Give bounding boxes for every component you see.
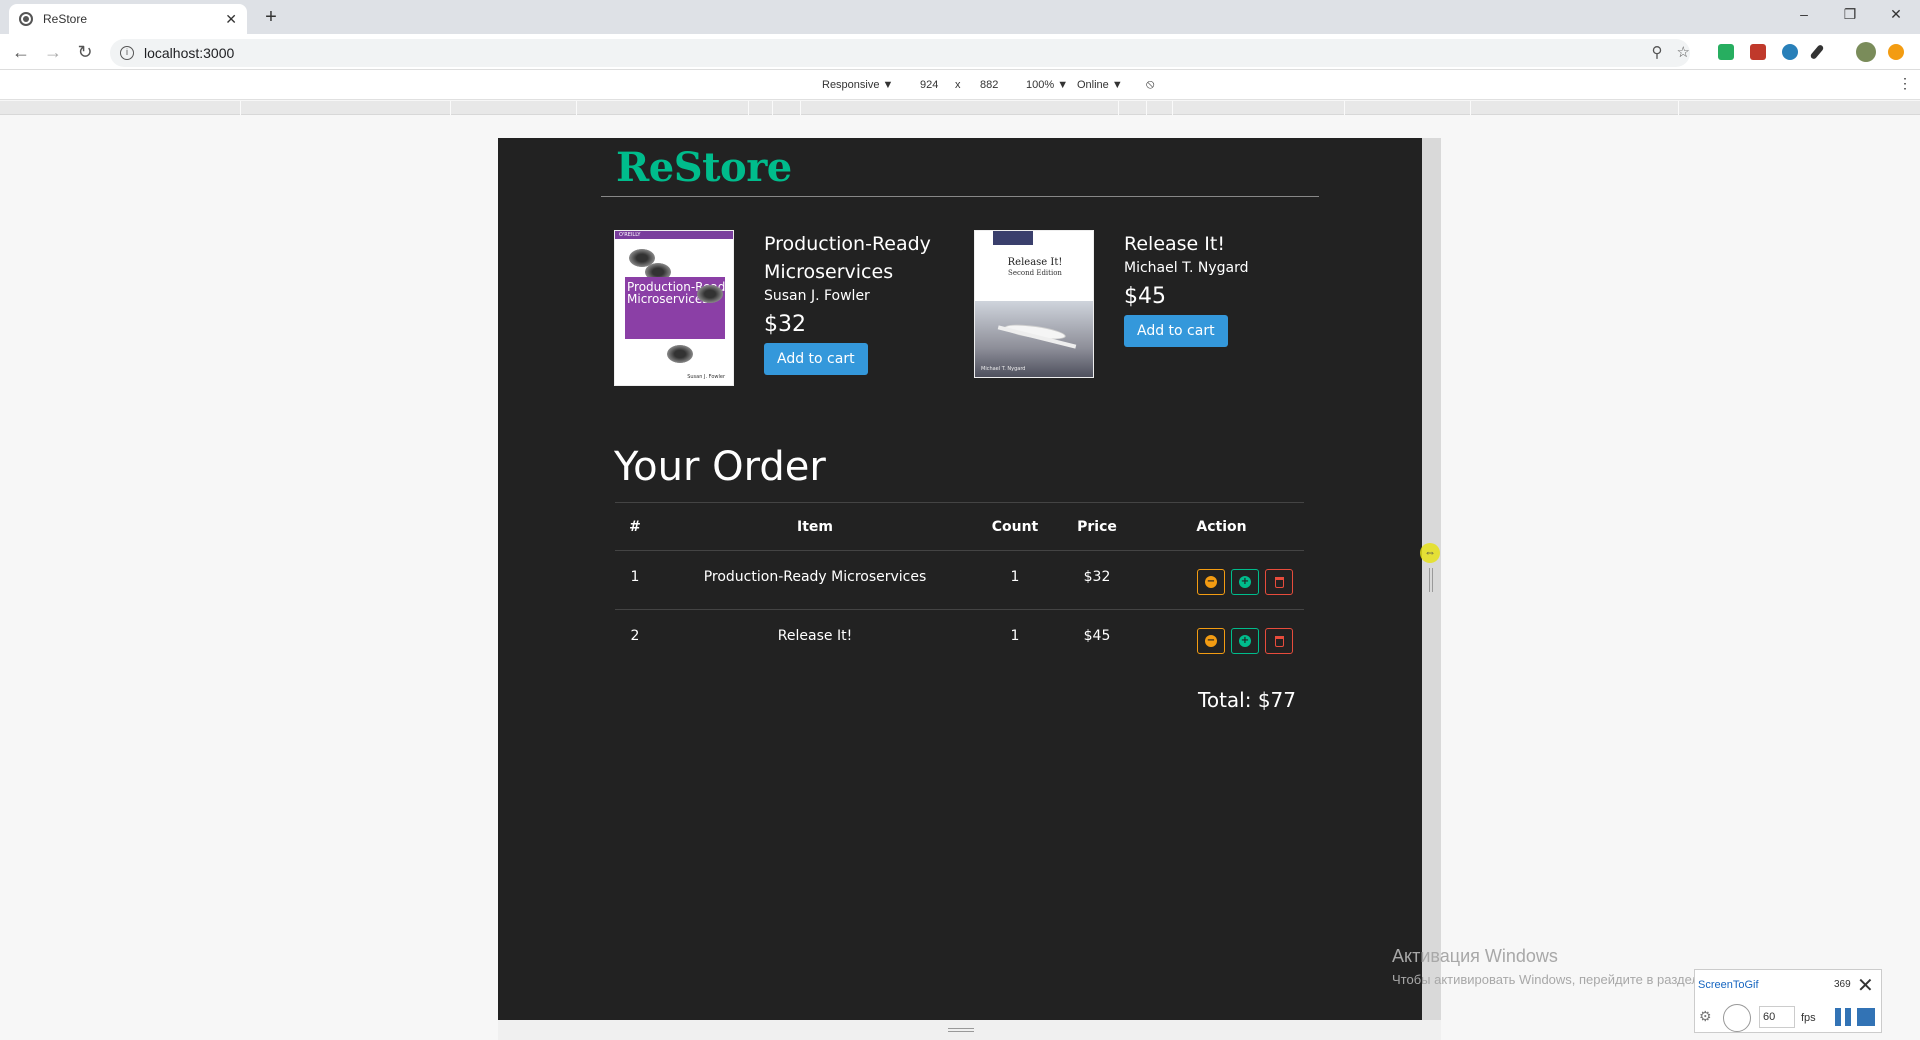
browser-tab-strip: ReStore ✕ + – ❐ ✕ [0, 0, 1920, 34]
book-cover: O'REILLY Production-Ready Microservices … [614, 230, 734, 386]
order-total: Total: $77 [1198, 688, 1296, 712]
zoom-select[interactable]: 100% ▼ [1026, 79, 1068, 91]
star-icon[interactable]: ☆ [1677, 43, 1690, 61]
row-actions: − + [1197, 569, 1293, 595]
add-to-cart-button[interactable]: Add to cart [1124, 315, 1228, 347]
height-input[interactable]: 882 [980, 79, 998, 91]
fps-label: fps [1801, 1012, 1816, 1024]
zoom-icon[interactable]: ⚲ [1652, 43, 1663, 61]
recorder-close-icon[interactable]: ✕ [1857, 973, 1874, 998]
minimize-button[interactable]: – [1784, 6, 1824, 22]
book-title[interactable]: Release It! [1124, 230, 1304, 258]
column-header-count: Count [991, 519, 1039, 535]
rotate-icon[interactable]: ⦸ [1146, 76, 1154, 92]
column-header-number: # [629, 519, 641, 535]
viewport-width-resize-handle[interactable] [1422, 138, 1441, 1020]
book-cover: Release It! Second Edition Michael T. Ny… [974, 230, 1094, 378]
restore-button[interactable]: ❐ [1830, 6, 1870, 23]
minus-circle-icon: − [1205, 576, 1217, 588]
book-author: Susan J. Fowler [764, 288, 870, 304]
row-price: $45 [1083, 628, 1111, 644]
dimension-separator: x [955, 79, 961, 91]
device-toolbar: Responsive ▼ 924 x 882 100% ▼ Online ▼ ⦸… [0, 70, 1920, 100]
increase-button[interactable]: + [1231, 569, 1259, 595]
media-query-ruler[interactable] [0, 101, 1920, 115]
network-select[interactable]: Online ▼ [1077, 79, 1123, 91]
update-icon[interactable] [1888, 44, 1904, 60]
recorder-title: ScreenToGif [1698, 979, 1759, 991]
row-actions: − + [1197, 628, 1293, 654]
table-row: 1 Production-Ready Microservices 1 $32 −… [615, 550, 1304, 609]
address-bar[interactable]: i localhost:3000 [110, 39, 1690, 67]
window-close-button[interactable]: ✕ [1876, 6, 1916, 23]
book-price: $32 [764, 312, 806, 337]
plus-circle-icon: + [1239, 635, 1251, 647]
forward-arrow-icon[interactable]: → [42, 42, 64, 63]
new-tab-button[interactable]: + [260, 6, 282, 29]
stop-icon[interactable] [1857, 1008, 1875, 1026]
fps-input[interactable]: 60 [1759, 1006, 1795, 1028]
more-options-icon[interactable]: ⋮ [1898, 75, 1912, 92]
browser-tab[interactable]: ReStore ✕ [9, 4, 247, 34]
table-row: 2 Release It! 1 $45 − + [615, 609, 1304, 668]
header-divider [601, 196, 1319, 197]
order-heading: Your Order [614, 444, 826, 490]
column-header-item: Item [797, 519, 833, 535]
order-table: # Item Count Price Action 1 Production-R… [615, 502, 1304, 668]
decrease-button[interactable]: − [1197, 628, 1225, 654]
delete-button[interactable] [1265, 628, 1293, 654]
width-input[interactable]: 924 [920, 79, 938, 91]
row-item: Production-Ready Microservices [703, 569, 927, 585]
toolbar: ← → ↻ i localhost:3000 ⚲ ☆ [0, 34, 1920, 70]
tab-close-button[interactable]: ✕ [225, 11, 237, 28]
screentogif-recorder: ScreenToGif 369 ✕ ⚙ 60 fps [1694, 969, 1882, 1033]
app-viewport: ReStore O'REILLY Production-Ready Micros… [498, 138, 1422, 1020]
eyedropper-extension-icon[interactable] [1809, 43, 1825, 61]
device-select[interactable]: Responsive ▼ [822, 79, 893, 91]
add-to-cart-button[interactable]: Add to cart [764, 343, 868, 375]
book-price: $45 [1124, 284, 1166, 309]
table-header: # Item Count Price Action [615, 502, 1304, 550]
blue-extension-icon[interactable] [1782, 44, 1798, 60]
red-extension-icon[interactable] [1750, 44, 1766, 60]
record-button[interactable] [1723, 1004, 1751, 1032]
row-number: 1 [630, 569, 640, 585]
reload-icon[interactable]: ↻ [74, 42, 96, 63]
book-title[interactable]: Production-Ready Microservices [764, 230, 944, 286]
tab-title: ReStore [43, 12, 88, 26]
book-author: Michael T. Nygard [1124, 260, 1249, 276]
increase-button[interactable]: + [1231, 628, 1259, 654]
profile-avatar[interactable] [1856, 42, 1876, 62]
plus-circle-icon: + [1239, 576, 1251, 588]
resize-cursor-icon: ⇔ [1420, 543, 1440, 563]
minus-circle-icon: − [1205, 635, 1217, 647]
windows-activation-title: Активация Windows [1392, 946, 1558, 966]
row-count: 1 [1010, 569, 1020, 585]
info-icon[interactable]: i [120, 46, 134, 60]
row-item: Release It! [777, 628, 853, 644]
globe-icon [19, 12, 33, 26]
trash-icon [1274, 635, 1284, 647]
row-number: 2 [630, 628, 640, 644]
column-header-price: Price [1077, 519, 1117, 535]
viewport-height-resize-handle[interactable] [498, 1020, 1441, 1040]
url-text: localhost:3000 [144, 45, 235, 61]
delete-button[interactable] [1265, 569, 1293, 595]
trash-icon [1274, 576, 1284, 588]
shield-extension-icon[interactable] [1718, 44, 1734, 60]
column-header-action: Action [1196, 519, 1247, 535]
brand-logo[interactable]: ReStore [616, 144, 792, 191]
back-arrow-icon[interactable]: ← [10, 42, 32, 63]
pause-icon[interactable] [1835, 1008, 1851, 1026]
row-price: $32 [1083, 569, 1111, 585]
row-count: 1 [1010, 628, 1020, 644]
decrease-button[interactable]: − [1197, 569, 1225, 595]
gear-icon[interactable]: ⚙ [1699, 1008, 1712, 1025]
frame-counter: 369 [1834, 979, 1851, 990]
